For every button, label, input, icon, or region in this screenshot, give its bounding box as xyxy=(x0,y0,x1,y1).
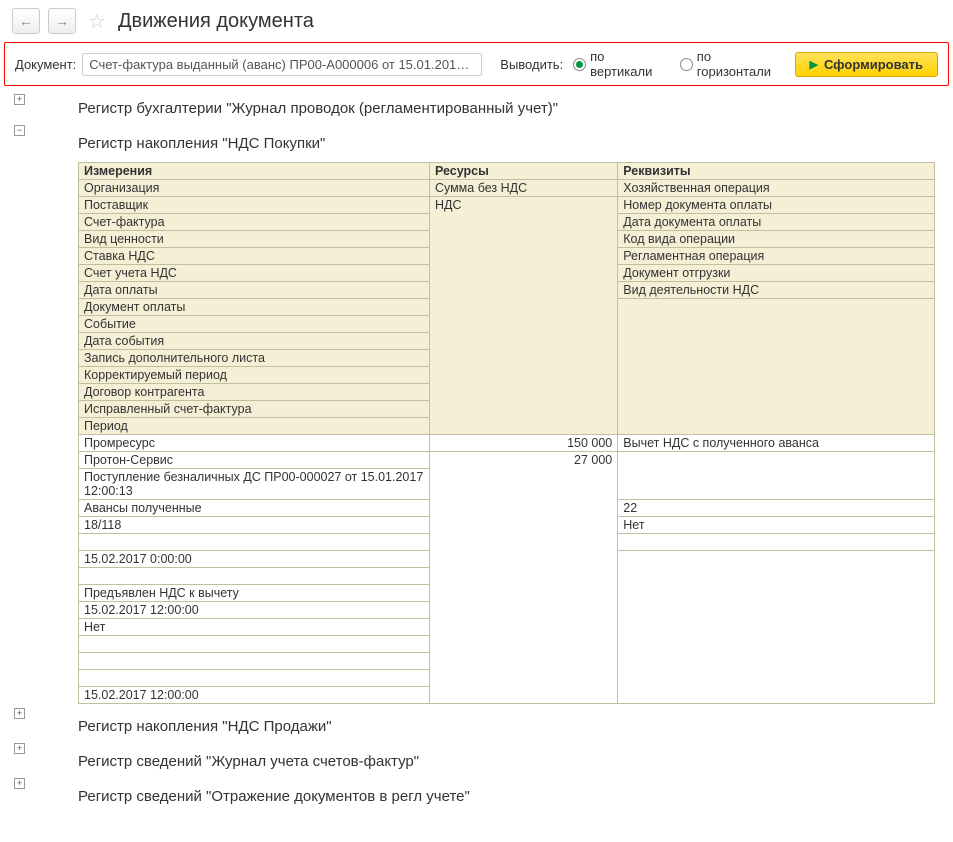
favorite-star-icon[interactable]: ☆ xyxy=(88,9,106,34)
section-title: Регистр сведений "Журнал учета счетов-фа… xyxy=(44,739,935,774)
page-title: Движения документа xyxy=(118,10,314,33)
radio-horizontal[interactable]: по горизонтали xyxy=(680,49,789,79)
generate-button[interactable]: ▶ Сформировать xyxy=(795,52,939,77)
section-title: Регистр накопления "НДС Продажи" xyxy=(44,704,935,739)
table-row: Протон-Сервис27 000 xyxy=(79,452,935,469)
play-icon: ▶ xyxy=(810,58,818,71)
expand-button[interactable]: + xyxy=(14,778,25,789)
radio-vertical-label: по вертикали xyxy=(590,49,670,79)
radio-icon xyxy=(680,58,693,71)
col-header: Реквизиты xyxy=(618,163,935,180)
document-input[interactable]: Счет-фактура выданный (аванс) ПР00-А0000… xyxy=(82,53,482,76)
expand-button[interactable]: + xyxy=(14,94,25,105)
nav-back-button[interactable]: ← xyxy=(12,8,40,34)
output-mode-group: Выводить: по вертикали по горизонтали xyxy=(500,49,788,79)
expand-button[interactable]: + xyxy=(14,743,25,754)
collapse-button[interactable]: − xyxy=(14,125,25,136)
section-title: Регистр накопления "НДС Покупки" xyxy=(44,121,935,156)
radio-vertical[interactable]: по вертикали xyxy=(573,49,670,79)
content-area: + Регистр бухгалтерии "Журнал проводок (… xyxy=(0,88,953,829)
generate-button-label: Сформировать xyxy=(824,57,923,72)
nav-forward-button[interactable]: → xyxy=(48,8,76,34)
register-table: Измерения Ресурсы Реквизиты ОрганизацияС… xyxy=(78,162,935,704)
document-label: Документ: xyxy=(15,57,76,72)
col-header: Ресурсы xyxy=(429,163,617,180)
table-row: ОрганизацияСумма без НДСХозяйственная оп… xyxy=(79,180,935,197)
output-label: Выводить: xyxy=(500,57,563,72)
expand-button[interactable]: + xyxy=(14,708,25,719)
radio-icon xyxy=(573,58,586,71)
table-row: ПоставщикНДСНомер документа оплаты xyxy=(79,197,935,214)
toolbar: Документ: Счет-фактура выданный (аванс) … xyxy=(4,42,949,86)
section-title: Регистр бухгалтерии "Журнал проводок (ре… xyxy=(44,90,935,121)
col-header: Измерения xyxy=(79,163,430,180)
header-bar: ← → ☆ Движения документа xyxy=(0,0,953,42)
section-title: Регистр сведений "Отражение документов в… xyxy=(44,774,935,809)
radio-horizontal-label: по горизонтали xyxy=(697,49,789,79)
table-row: Промресурс150 000Вычет НДС с полученного… xyxy=(79,435,935,452)
table-header-row: Измерения Ресурсы Реквизиты xyxy=(79,163,935,180)
